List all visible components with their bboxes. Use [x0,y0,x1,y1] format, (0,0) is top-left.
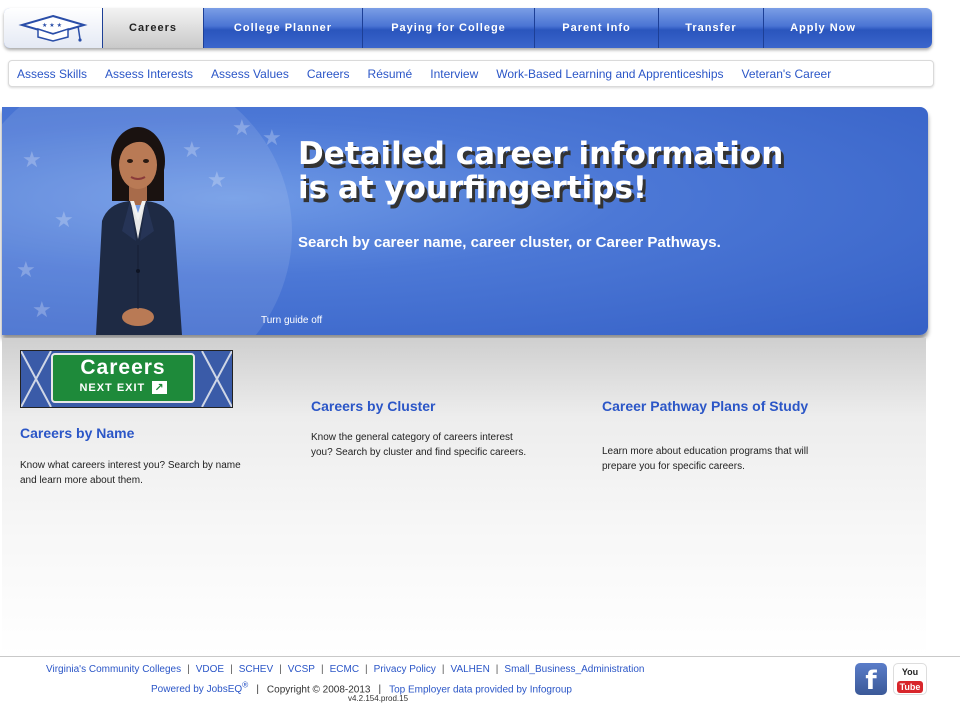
footer-separator: | [256,684,259,696]
youtube-top-text: You [901,667,919,677]
careers-by-name-link[interactable]: Careers by Name [20,426,250,441]
careers-highway-sign: Careers NEXT EXIT ↗ [20,350,233,408]
footer-link-sba[interactable]: Small_Business_Administration [504,664,644,675]
powered-by-text: Powered by JobsEQ [151,684,243,696]
version-text: v4.2.154.prod.15 [348,694,409,703]
hero-title: Detailed career information is at yourfi… [298,137,898,205]
facebook-glyph: f [865,666,877,696]
youtube-icon[interactable]: You Tube [893,663,927,695]
star-icon: ★ [232,115,252,140]
sign-board: Careers NEXT EXIT ↗ [51,353,195,403]
subnav-interview[interactable]: Interview [430,67,478,81]
turn-guide-off-link[interactable]: Turn guide off [261,315,322,326]
sign-subtitle-text: NEXT EXIT [79,382,146,394]
sign-subtitle: NEXT EXIT ↗ [53,381,193,394]
arrow-up-right-icon: ↗ [152,381,167,394]
subnav-veterans-career[interactable]: Veteran's Career [742,67,832,81]
star-icon: ★ [207,167,227,192]
subnav-work-based-learning[interactable]: Work-Based Learning and Apprenticeships [496,67,723,81]
subnav-assess-skills[interactable]: Assess Skills [17,67,87,81]
footer-separator: | [230,664,233,675]
nav-tab-transfer[interactable]: Transfer [659,8,764,48]
footer-link-vccs[interactable]: Virginia's Community Colleges [46,664,181,675]
career-pathway-plans-description: Learn more about education programs that… [602,446,809,472]
hero-title-line1: Detailed career information [298,136,784,172]
nav-tab-paying-for-college[interactable]: Paying for College [363,8,535,48]
star-icon: ★ [16,257,36,282]
hero-subtitle: Search by career name, career cluster, o… [298,234,721,251]
footer-link-valhen[interactable]: VALHEN [451,664,490,675]
subnav-assess-values[interactable]: Assess Values [211,67,289,81]
hero-banner: ★ ★ ★ ★ ★ ★ ★ ★ Detailed career informat… [2,107,928,335]
star-icon: ★ [54,207,74,232]
nav-tab-parent-info[interactable]: Parent Info [535,8,659,48]
employer-data-link[interactable]: Top Employer data provided by Infogroup [389,684,572,695]
footer-separator: | [187,664,190,675]
subnav-assess-interests[interactable]: Assess Interests [105,67,193,81]
career-guide-avatar [96,127,182,335]
footer-link-vdoe[interactable]: VDOE [196,664,224,675]
home-logo[interactable]: ★ ★ ★ [4,8,103,48]
career-pathway-plans-link[interactable]: Career Pathway Plans of Study [602,399,817,414]
registered-mark: ® [242,680,249,690]
sub-navigation: Assess Skills Assess Interests Assess Va… [8,60,934,87]
hero-title-line2: is at yourfingertips! [298,170,648,206]
subnav-careers[interactable]: Careers [307,67,350,81]
star-icon: ★ [22,147,42,172]
facebook-icon[interactable]: f [855,663,887,696]
footer-separator: | [365,664,368,675]
careers-by-cluster-link[interactable]: Careers by Cluster [311,399,541,414]
youtube-bottom-text: Tube [896,681,924,693]
star-icon: ★ [262,125,282,150]
footer-separator: | [495,664,499,675]
careers-by-cluster-description: Know the general category of careers int… [311,432,527,458]
careers-by-name-description: Know what careers interest you? Search b… [20,460,241,486]
footer-separator: | [320,664,324,675]
svg-text:★ ★ ★: ★ ★ ★ [42,22,62,29]
footer-separator: | [279,664,282,675]
footer-link-vcsp[interactable]: VCSP [288,664,315,675]
star-icon: ★ [32,297,52,322]
footer-link-schev[interactable]: SCHEV [239,664,273,675]
footer-link-ecmc[interactable]: ECMC [330,664,359,675]
footer-link-privacy-policy[interactable]: Privacy Policy [374,664,436,675]
sign-title: Careers [80,356,166,379]
footer: Virginia's Community Colleges | VDOE | SCHEV… [0,656,960,721]
nav-tab-apply-now[interactable]: Apply Now [764,8,882,48]
nav-tab-careers[interactable]: Careers [103,8,204,48]
nav-tab-college-planner[interactable]: College Planner [204,8,363,48]
subnav-resume[interactable]: Résumé [368,67,413,81]
powered-by-jobseq-link[interactable]: Powered by JobsEQ® [151,680,248,696]
footer-separator: | [441,664,445,675]
main-content: Careers NEXT EXIT ↗ Careers by Name Know… [2,338,926,656]
graduation-cap-icon: ★ ★ ★ [18,14,88,42]
top-navigation: ★ ★ ★ Careers College Planner Paying for… [4,8,932,48]
footer-links: Virginia's Community Colleges | VDOE | SCHEV… [46,664,644,675]
